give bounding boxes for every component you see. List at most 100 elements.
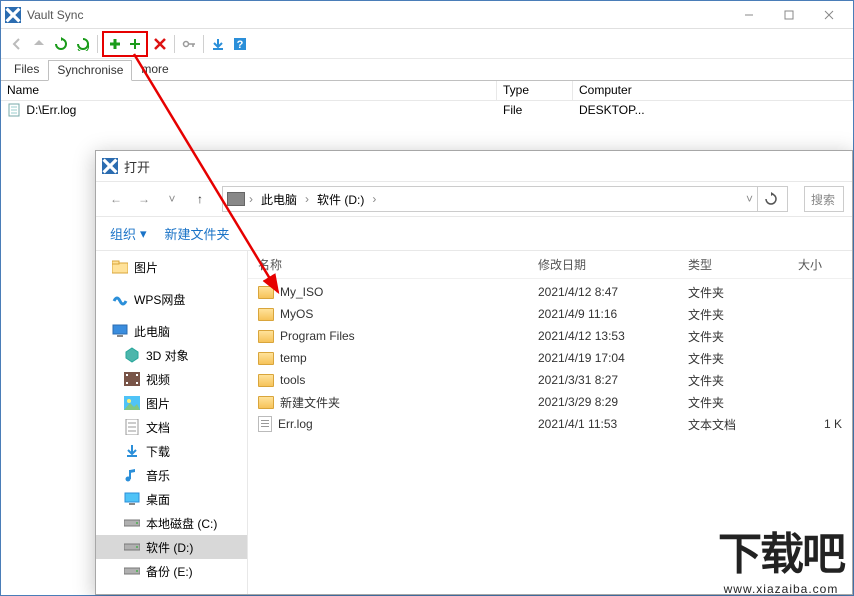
tab-more[interactable]: more — [132, 59, 177, 80]
organize-button[interactable]: 组织 ▾ — [110, 224, 147, 243]
tree-item[interactable]: WPS网盘 — [96, 287, 247, 311]
maximize-button[interactable] — [769, 2, 809, 28]
file-list-header: 名称 修改日期 类型 大小 — [248, 251, 852, 279]
file-name: 新建文件夹 — [280, 394, 340, 411]
nav-recent-icon[interactable]: ˅ — [160, 187, 184, 211]
file-name: MyOS — [280, 307, 313, 321]
pc-icon — [112, 323, 128, 339]
docs-icon — [124, 419, 140, 435]
file-name: Err.log — [278, 417, 313, 431]
file-date: 2021/3/29 8:29 — [528, 395, 678, 409]
column-type[interactable]: 类型 — [678, 256, 788, 273]
file-type: 文件夹 — [678, 328, 788, 345]
tree-item[interactable]: 软件 (D:) — [96, 535, 247, 559]
file-icon — [7, 103, 21, 117]
separator — [174, 35, 175, 53]
tree-item[interactable]: 音乐 — [96, 463, 247, 487]
column-date[interactable]: 修改日期 — [528, 256, 678, 273]
tree-item-label: 文档 — [146, 419, 170, 436]
column-name[interactable]: 名称 — [248, 256, 528, 273]
nav-up-icon[interactable]: ↑ — [188, 187, 212, 211]
tree-item-label: 此电脑 — [134, 323, 170, 340]
nav-forward-icon[interactable]: → — [132, 187, 156, 211]
chevron-down-icon: ▾ — [140, 226, 147, 242]
column-computer[interactable]: Computer — [573, 81, 853, 100]
chevron-right-icon: › — [372, 192, 376, 206]
tree-item[interactable]: 文档 — [96, 415, 247, 439]
file-row[interactable]: 新建文件夹 2021/3/29 8:29文件夹 — [248, 391, 852, 413]
file-type: 文件夹 — [678, 284, 788, 301]
file-row[interactable]: Program Files2021/4/12 13:53文件夹 — [248, 325, 852, 347]
tree-item[interactable]: 3D 对象 — [96, 343, 247, 367]
file-row[interactable]: My_ISO2021/4/12 8:47文件夹 — [248, 281, 852, 303]
nav-back-icon[interactable]: ← — [104, 187, 128, 211]
tree-item-label: 视频 — [146, 371, 170, 388]
file-size: 1 K — [788, 417, 852, 431]
add-folder-icon[interactable] — [125, 34, 145, 54]
file-name: tools — [280, 373, 305, 387]
tree-item[interactable]: 下载 — [96, 439, 247, 463]
dialog-title: 打开 — [124, 157, 150, 176]
tab-synchronise[interactable]: Synchronise — [48, 60, 132, 81]
chevron-right-icon: › — [249, 192, 253, 206]
folder-icon — [258, 286, 274, 299]
breadcrumb-drive[interactable]: 软件 (D:) — [313, 191, 368, 208]
tree-item[interactable]: 图片 — [96, 391, 247, 415]
file-date: 2021/3/31 8:27 — [528, 373, 678, 387]
help-icon[interactable]: ? — [230, 34, 250, 54]
tree-item[interactable]: 本地磁盘 (C:) — [96, 511, 247, 535]
tree-item[interactable]: 图片 — [96, 255, 247, 279]
folder-icon — [258, 308, 274, 321]
column-type[interactable]: Type — [497, 81, 573, 100]
tab-files[interactable]: Files — [5, 59, 48, 80]
tree-item[interactable]: 此电脑 — [96, 319, 247, 343]
tree-item-label: 图片 — [146, 395, 170, 412]
minimize-button[interactable] — [729, 2, 769, 28]
tree-item-label: 桌面 — [146, 491, 170, 508]
new-folder-button[interactable]: 新建文件夹 — [165, 224, 230, 243]
refresh-all-icon[interactable] — [73, 34, 93, 54]
tree-item[interactable]: 视频 — [96, 367, 247, 391]
window-title: Vault Sync — [27, 8, 729, 22]
drive-icon — [124, 539, 140, 555]
close-button[interactable] — [809, 2, 849, 28]
tabs: Files Synchronise more — [1, 59, 853, 81]
chevron-down-icon[interactable]: ˅ — [746, 192, 753, 206]
toolbar: ? — [1, 29, 853, 59]
breadcrumb[interactable]: › 此电脑 › 软件 (D:) › ˅ — [222, 186, 788, 212]
refresh-icon[interactable] — [757, 186, 783, 212]
search-input[interactable]: 搜索 — [804, 186, 844, 212]
tree-item-label: WPS网盘 — [134, 291, 185, 308]
svg-text:?: ? — [237, 39, 244, 51]
row-name-text: D:\Err.log — [26, 103, 76, 117]
tree-item-label: 下载 — [146, 443, 170, 460]
tree-item[interactable]: 桌面 — [96, 487, 247, 511]
dialog-toolbar: 组织 ▾ 新建文件夹 — [96, 217, 852, 251]
separator — [203, 35, 204, 53]
key-icon[interactable] — [179, 34, 199, 54]
file-type: 文件夹 — [678, 372, 788, 389]
delete-icon[interactable] — [150, 34, 170, 54]
breadcrumb-pc[interactable]: 此电脑 — [257, 191, 301, 208]
file-name: My_ISO — [280, 285, 323, 299]
tree-item[interactable]: 备份 (E:) — [96, 559, 247, 583]
3d-icon — [124, 347, 140, 363]
file-row[interactable]: Err.log2021/4/1 11:53文本文档1 K — [248, 413, 852, 435]
tree-item-label: 图片 — [134, 259, 158, 276]
up-icon[interactable] — [29, 34, 49, 54]
column-name[interactable]: Name — [1, 81, 497, 100]
row-computer: DESKTOP... — [573, 103, 853, 117]
download-icon[interactable] — [208, 34, 228, 54]
file-row[interactable]: temp2021/4/19 17:04文件夹 — [248, 347, 852, 369]
file-row[interactable]: tools 2021/3/31 8:27文件夹 — [248, 369, 852, 391]
file-row[interactable]: MyOS2021/4/9 11:16文件夹 — [248, 303, 852, 325]
add-file-icon[interactable] — [105, 34, 125, 54]
column-size[interactable]: 大小 — [788, 256, 852, 273]
back-icon[interactable] — [7, 34, 27, 54]
file-type: 文件夹 — [678, 350, 788, 367]
file-type: 文件夹 — [678, 394, 788, 411]
refresh-icon[interactable] — [51, 34, 71, 54]
folder-icon — [112, 259, 128, 275]
table-row[interactable]: D:\Err.log File DESKTOP... — [1, 101, 853, 119]
file-rows: My_ISO2021/4/12 8:47文件夹MyOS2021/4/9 11:1… — [248, 279, 852, 435]
